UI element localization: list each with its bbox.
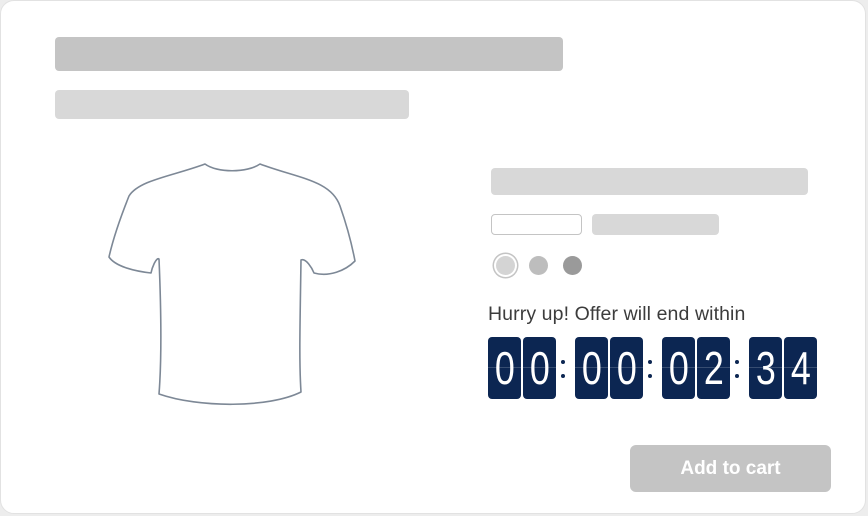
countdown-seconds-ones: 4: [784, 337, 817, 399]
size-selector-placeholder[interactable]: [592, 214, 719, 235]
countdown-hours-tens: 0: [575, 337, 608, 399]
countdown-separator: [732, 337, 742, 399]
color-swatch-medium-gray[interactable]: [529, 256, 548, 275]
color-swatch-light-gray[interactable]: [496, 256, 515, 275]
quantity-field-placeholder[interactable]: [491, 214, 582, 235]
countdown-days-ones: 0: [523, 337, 556, 399]
product-name-placeholder: [491, 168, 808, 195]
countdown-seconds-tens: 3: [749, 337, 782, 399]
subtitle-placeholder: [55, 90, 409, 119]
color-swatch-dark-gray[interactable]: [563, 256, 582, 275]
countdown-separator: [645, 337, 655, 399]
countdown-separator: [558, 337, 568, 399]
countdown-hours-ones: 0: [610, 337, 643, 399]
countdown-days-tens: 0: [488, 337, 521, 399]
add-to-cart-button[interactable]: Add to cart: [630, 445, 831, 492]
title-placeholder: [55, 37, 563, 71]
tshirt-image: [108, 163, 356, 406]
countdown-minutes-tens: 0: [662, 337, 695, 399]
offer-message: Hurry up! Offer will end within: [488, 303, 746, 325]
product-card: Hurry up! Offer will end within 0 0 0 0 …: [0, 0, 866, 514]
countdown-minutes-ones: 2: [697, 337, 730, 399]
